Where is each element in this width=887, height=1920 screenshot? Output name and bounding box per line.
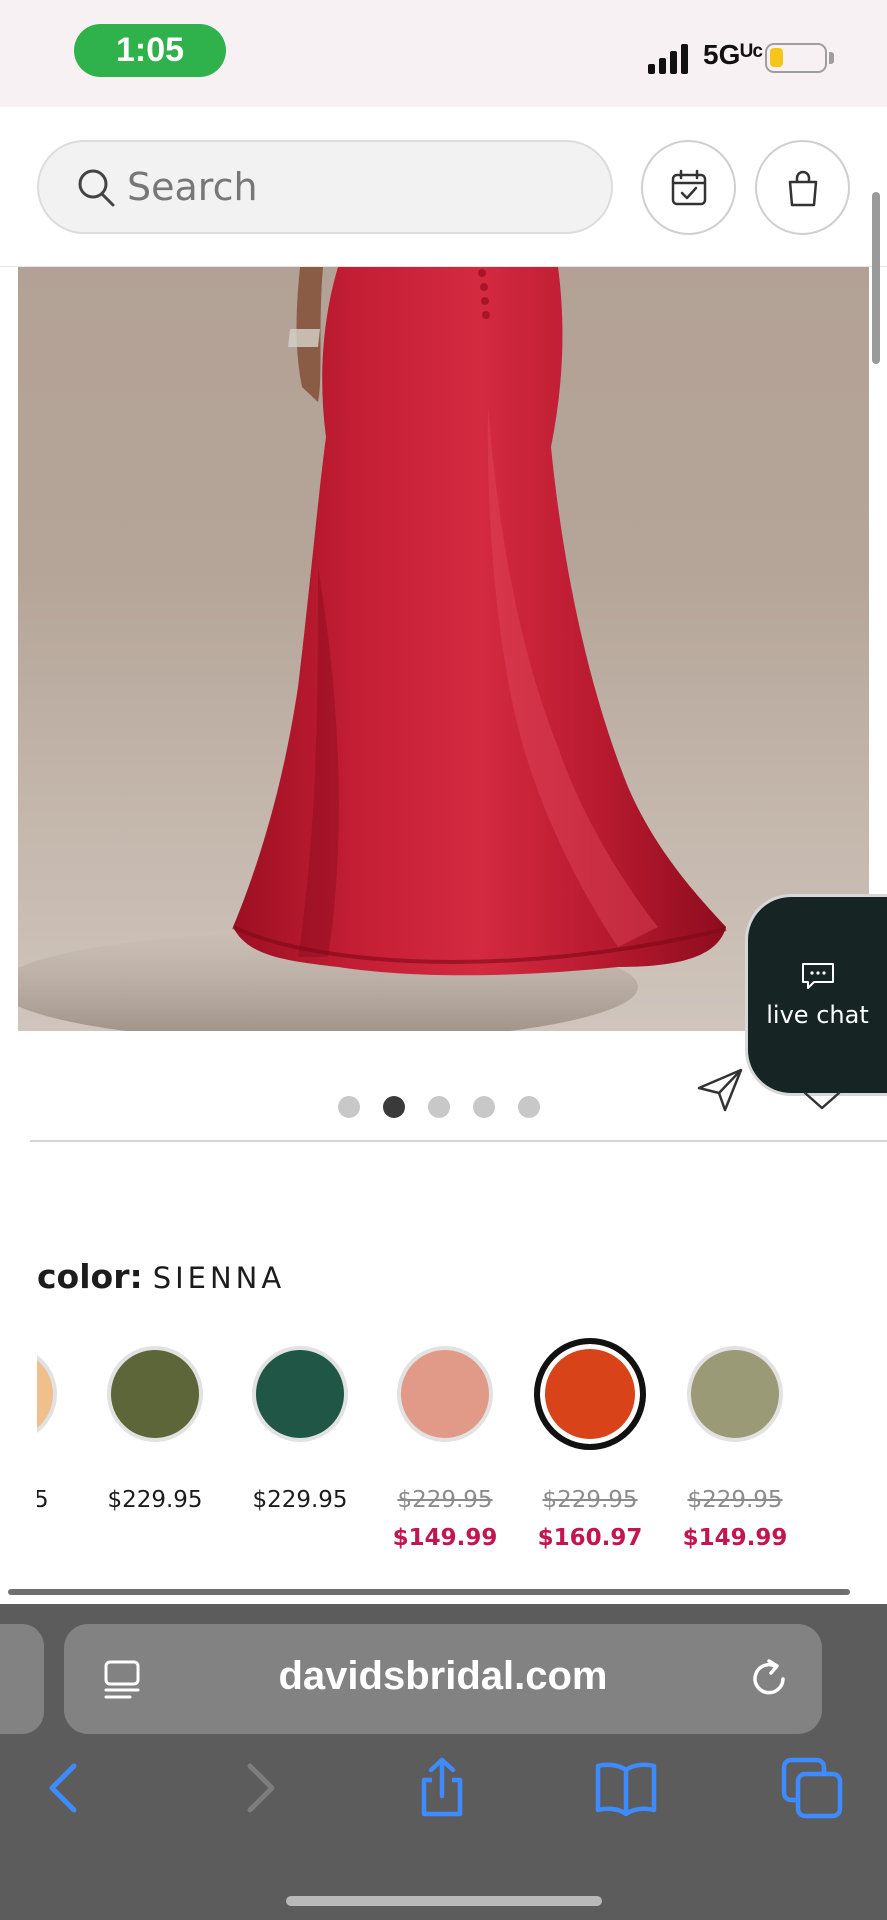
site-header: Search	[0, 107, 887, 267]
swatch-price: 5	[37, 1487, 49, 1513]
live-chat-label: live chat	[766, 1001, 869, 1029]
tabs-icon[interactable]	[780, 1756, 844, 1820]
appointment-button[interactable]	[641, 140, 736, 235]
carousel-dot[interactable]	[338, 1096, 360, 1118]
cart-button[interactable]	[755, 140, 850, 235]
color-swatch-sienna-selected[interactable]	[534, 1338, 646, 1450]
color-swatch-green[interactable]	[252, 1346, 348, 1442]
swatch-sale-price: $160.97	[537, 1525, 643, 1551]
color-label: color:	[37, 1257, 143, 1296]
swatch-price: $229.95	[252, 1487, 348, 1513]
carousel-dot-active[interactable]	[383, 1096, 405, 1118]
live-chat-button[interactable]: live chat	[745, 894, 887, 1096]
browser-toolbar: davidsbridal.com	[0, 1604, 887, 1920]
carousel-dot[interactable]	[518, 1096, 540, 1118]
battery-icon	[765, 43, 827, 73]
url-text: davidsbridal.com	[278, 1654, 608, 1698]
forward-icon[interactable]	[226, 1756, 290, 1820]
status-bar: 1:05 5Gᵁᶜ	[0, 0, 887, 107]
reload-icon[interactable]	[747, 1657, 791, 1701]
color-swatch-list[interactable]: 5 $229.95 $229.95 $229.95 $149.99 $229.9…	[37, 1330, 887, 1570]
back-icon[interactable]	[34, 1756, 98, 1820]
carousel-dot[interactable]	[428, 1096, 450, 1118]
color-swatch[interactable]	[37, 1346, 57, 1442]
battery-tip	[829, 52, 834, 64]
share-icon[interactable]	[410, 1756, 474, 1820]
product-image[interactable]	[18, 267, 869, 1031]
chat-bubble-icon	[801, 963, 834, 989]
swatch-original-price: $229.95	[687, 1487, 783, 1513]
swatch-sale-price: $149.99	[392, 1525, 498, 1551]
bookmarks-icon[interactable]	[594, 1756, 658, 1820]
calendar-check-icon	[671, 169, 706, 205]
color-swatch-olive[interactable]	[107, 1346, 203, 1442]
page-scrollbar[interactable]	[872, 192, 880, 364]
search-placeholder: Search	[127, 165, 258, 209]
carousel-dots	[338, 1096, 540, 1118]
swatch-sale-price: $149.99	[682, 1525, 788, 1551]
search-input[interactable]: Search	[37, 140, 613, 234]
battery-level	[770, 48, 783, 67]
status-time: 1:05	[74, 24, 226, 77]
red-satin-gown-photo	[18, 267, 727, 1031]
section-divider	[30, 1140, 887, 1142]
chevron-down-icon[interactable]	[802, 1090, 842, 1112]
color-swatch-sage[interactable]	[687, 1346, 783, 1442]
swatch-price: $229.95	[107, 1487, 203, 1513]
screen: 1:05 5Gᵁᶜ Search live chat color: SIENNA…	[0, 0, 887, 1920]
previous-tab-edge[interactable]	[0, 1624, 44, 1734]
send-share-icon[interactable]	[695, 1066, 745, 1114]
address-bar[interactable]: davidsbridal.com	[64, 1624, 822, 1734]
swatch-original-price: $229.95	[542, 1487, 638, 1513]
search-icon	[78, 169, 115, 207]
swatch-original-price: $229.95	[397, 1487, 493, 1513]
network-type: 5Gᵁᶜ	[703, 39, 764, 70]
selected-color-name: SIENNA	[152, 1261, 286, 1295]
signal-icon	[648, 44, 688, 74]
swatch-scrollbar[interactable]	[8, 1589, 850, 1595]
color-swatch-coral[interactable]	[397, 1346, 493, 1442]
shopping-bag-icon	[788, 170, 817, 206]
color-heading: color: SIENNA	[37, 1257, 285, 1296]
carousel-dot[interactable]	[473, 1096, 495, 1118]
home-indicator	[286, 1896, 602, 1906]
